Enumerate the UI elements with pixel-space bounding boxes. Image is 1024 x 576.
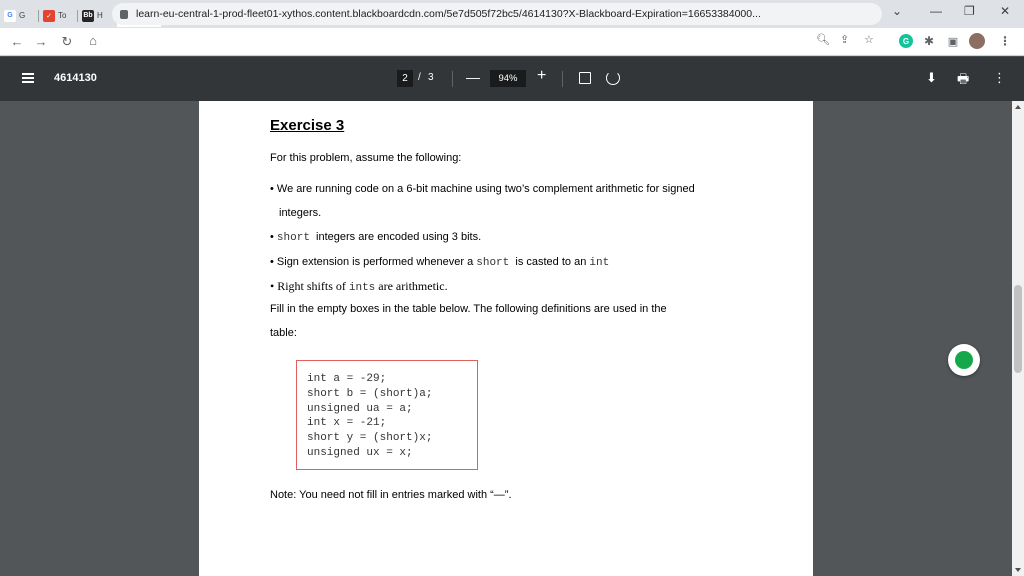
tab-search-icon[interactable]: ⌄ [892,4,902,18]
menu-icon[interactable] [22,73,34,83]
code-line: int x = -21; [307,417,387,430]
browser-tab[interactable]: ✓ To [39,5,78,27]
rotate-icon[interactable] [606,71,620,85]
fill-instructions: Fill in the empty boxes in the table bel… [270,303,667,315]
bullet-text: is casted to an [509,256,590,268]
browser-tab[interactable]: GG [0,5,39,27]
code-int: int [589,257,610,269]
bullet-machine: • We are running code on a 6-bit machine… [270,183,695,195]
share-icon[interactable]: ⇪ [840,33,849,46]
grammarly-icon[interactable]: G [899,34,913,48]
bullet-text: • Right shifts of [270,279,349,293]
bullet-text: integers are encoded using 3 bits. [309,231,482,243]
code-line: short b = (short)a; [307,387,433,400]
page-number-input[interactable]: 2 [397,70,413,87]
total-pages: 3 [428,72,434,83]
zoom-in-button[interactable]: + [537,67,546,85]
evernote-extension-button[interactable] [948,344,980,376]
scroll-thumb[interactable] [1014,285,1022,373]
vertical-scrollbar[interactable] [1012,101,1024,576]
todoist-icon: ✓ [43,9,55,22]
bullet-short-bits: • short integers are encoded using 3 bit… [270,231,481,244]
download-icon[interactable]: ⬇ [926,70,937,86]
code-line: unsigned ux = x; [307,446,413,459]
exercise-title: Exercise 3 [270,117,345,134]
fit-page-icon[interactable] [579,72,591,84]
bookmark-star-icon[interactable]: ☆ [864,33,874,46]
lock-icon[interactable] [120,9,128,19]
evernote-icon [955,351,973,369]
forward-arrow-icon[interactable]: → [30,34,52,49]
address-bar[interactable]: learn-eu-central-1-prod-fleet01-xythos.c… [112,3,882,25]
fill-instructions-cont: table: [270,327,297,339]
more-options-icon[interactable]: ⋮ [993,70,1006,86]
reload-icon[interactable]: ↻ [56,34,78,50]
home-icon[interactable]: ⌂ [82,33,104,48]
scroll-down-arrow-icon[interactable] [1015,568,1021,572]
code-line: int a = -29; [307,373,387,385]
chrome-menu-icon[interactable]: ⋮ [998,34,1012,48]
pdf-toolbar: 4614130 2 / 3 — 94% + ⬇ 🖶︎ ⋮ [0,57,1024,101]
zoom-out-button[interactable]: — [466,69,480,85]
bullet-machine-cont: integers. [279,207,322,219]
tab-label: To [58,11,67,20]
bullet-sign-extension: • Sign extension is performed whenever a… [270,256,609,269]
code-line: short y = (short)x; [307,432,433,445]
code-short: short [476,257,510,269]
zoom-level-input[interactable]: 94% [490,70,526,87]
code-short: short [276,232,310,244]
code-definitions-box: int a = -29; short b = (short)a; unsigned … [296,360,478,470]
zoom-search-icon[interactable]: 🔍︎ [816,33,830,46]
minimize-button[interactable]: — [930,4,942,18]
code-ints: ints [348,282,376,294]
bullet-marker: • [270,231,277,243]
intro-text: For this problem, assume the following: [270,152,462,164]
back-arrow-icon[interactable]: ← [6,34,28,49]
tab-label: G [19,11,26,20]
url-text: learn-eu-central-1-prod-fleet01-xythos.c… [136,8,761,20]
document-title: 4614130 [54,72,97,84]
pdf-page: Exercise 3 For this problem, assume the … [199,101,813,576]
divider [452,71,453,87]
tab-label: H [97,11,103,20]
extensions-puzzle-icon[interactable]: ✱ [922,34,936,48]
close-window-button[interactable]: ✕ [1000,4,1010,18]
bullet-right-shift: • Right shifts of ints are arithmetic. [270,279,448,294]
divider [562,71,563,87]
sidepanel-icon[interactable]: ▣ [946,34,960,48]
restore-button[interactable]: ❐ [964,4,975,18]
page-separator: / [418,72,421,83]
blackboard-icon: Bb [82,9,94,22]
bullet-text: • Sign extension is performed whenever a [270,256,477,268]
profile-avatar[interactable] [969,33,985,49]
print-icon[interactable]: 🖶︎ [957,70,969,92]
bullet-text: are arithmetic. [375,279,448,293]
google-icon: G [4,9,16,22]
note-text: Note: You need not fill in entries marke… [270,489,512,501]
scroll-up-arrow-icon[interactable] [1015,105,1021,109]
code-line: unsigned ua = a; [307,402,413,415]
pdf-viewer[interactable]: Exercise 3 For this problem, assume the … [0,101,1012,576]
